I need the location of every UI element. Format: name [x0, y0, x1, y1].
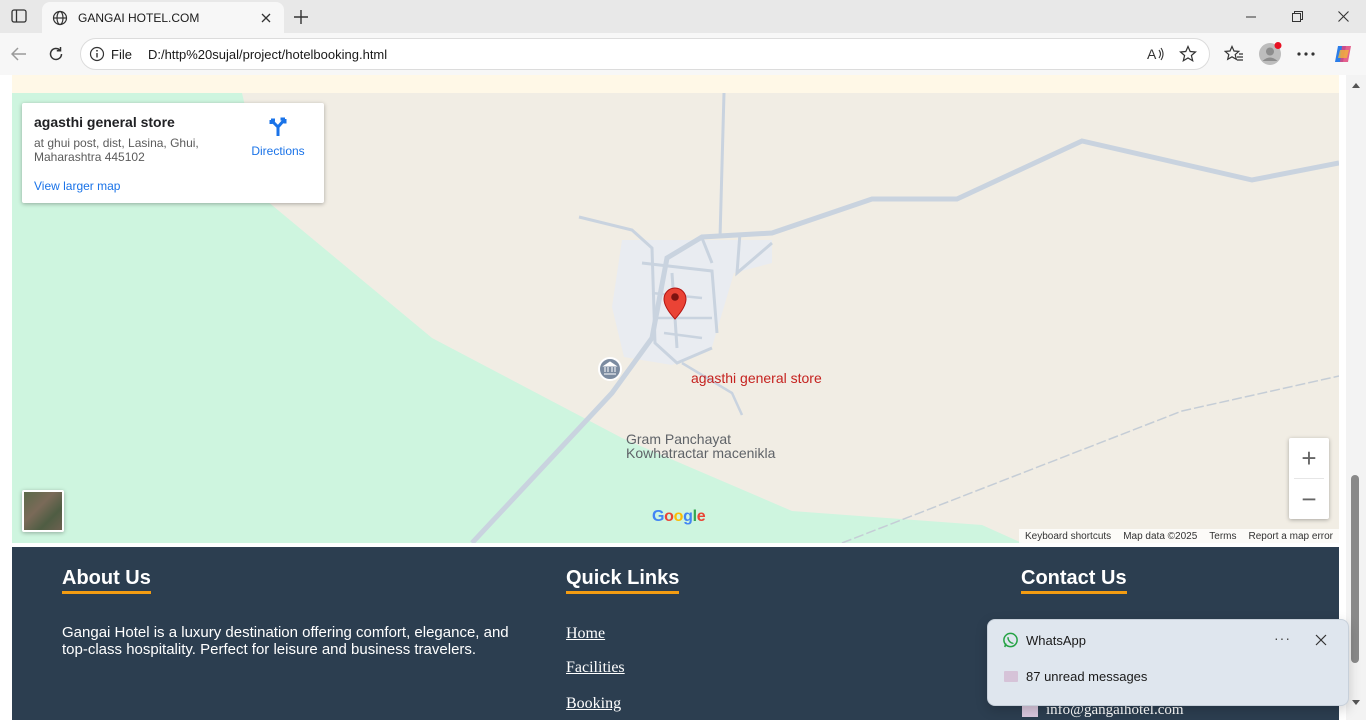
poi-label[interactable]: Gram Panchayat Kowhatractar macenikla — [626, 432, 775, 460]
browser-toolbar: File D:/http%20sujal/project/hotelbookin… — [0, 33, 1366, 75]
whatsapp-icon — [1003, 632, 1018, 648]
scroll-down-arrow-icon[interactable] — [1351, 699, 1361, 707]
close-tab-icon[interactable] — [258, 10, 274, 26]
browser-tab[interactable]: GANGAI HOTEL.COM — [42, 2, 284, 33]
quick-link-facilities[interactable]: Facilities — [566, 659, 625, 677]
poi-label-line2: Kowhatractar macenikla — [626, 445, 776, 461]
minimize-icon[interactable] — [1228, 0, 1274, 33]
window-controls — [1228, 0, 1366, 33]
government-building-icon[interactable] — [598, 357, 622, 381]
close-window-icon[interactable] — [1320, 0, 1366, 33]
directions-label: Directions — [251, 144, 305, 158]
browser-tab-bar: GANGAI HOTEL.COM — [0, 0, 1366, 33]
url-text[interactable]: D:/http%20sujal/project/hotelbooking.htm… — [148, 47, 1145, 62]
poi-label-line1: Gram Panchayat — [626, 431, 732, 447]
keyboard-shortcuts-link[interactable]: Keyboard shortcuts — [1025, 531, 1111, 542]
scroll-thumb[interactable] — [1351, 475, 1359, 663]
satellite-view-toggle[interactable] — [22, 490, 64, 532]
zoom-controls: + − — [1289, 438, 1329, 519]
more-options-icon[interactable] — [1294, 43, 1318, 65]
address-bar[interactable]: File D:/http%20sujal/project/hotelbookin… — [80, 38, 1210, 70]
directions-icon — [269, 117, 287, 136]
contact-us-heading: Contact Us — [1021, 567, 1127, 594]
page-top-strip — [12, 75, 1339, 93]
embedded-map[interactable]: agasthi general store at ghui post, dist… — [12, 93, 1339, 543]
refresh-icon[interactable] — [45, 43, 67, 65]
info-icon[interactable] — [89, 46, 105, 62]
terms-link[interactable]: Terms — [1209, 531, 1236, 542]
notification-more-icon[interactable]: ··· — [1274, 630, 1291, 646]
back-icon[interactable] — [8, 43, 30, 65]
notification-app-name: WhatsApp — [1026, 633, 1086, 648]
about-us-heading: About Us — [62, 567, 151, 594]
copilot-icon[interactable] — [1331, 43, 1355, 65]
favorites-icon[interactable] — [1222, 43, 1246, 65]
marker-label[interactable]: agasthi general store — [691, 370, 822, 386]
globe-icon — [52, 10, 68, 25]
map-attribution: Keyboard shortcuts Map data ©2025 Terms … — [1019, 529, 1339, 543]
envelope-icon — [1022, 704, 1038, 717]
quick-links-heading: Quick Links — [566, 567, 680, 594]
report-map-error-link[interactable]: Report a map error — [1249, 531, 1333, 542]
map-data-text: Map data ©2025 — [1123, 530, 1198, 542]
notification-close-icon[interactable] — [1314, 633, 1328, 647]
google-logo: Google — [652, 508, 706, 525]
new-tab-icon[interactable] — [290, 6, 312, 28]
favorite-star-icon[interactable] — [1177, 43, 1199, 65]
svg-text:A: A — [1147, 46, 1157, 62]
restore-icon[interactable] — [1274, 0, 1320, 33]
scroll-up-arrow-icon[interactable] — [1351, 81, 1361, 89]
quick-link-booking[interactable]: Booking — [566, 695, 621, 713]
profile-avatar-icon[interactable] — [1258, 42, 1282, 65]
place-address: at ghui post, dist, Lasina, Ghui, Mahara… — [34, 136, 199, 164]
place-info-card: agasthi general store at ghui post, dist… — [22, 103, 324, 203]
about-us-text: Gangai Hotel is a luxury destination off… — [62, 624, 509, 658]
notification-message: 87 unread messages — [1026, 669, 1148, 684]
tab-title: GANGAI HOTEL.COM — [78, 10, 200, 25]
directions-button[interactable]: Directions — [248, 115, 308, 158]
view-larger-map-link[interactable]: View larger map — [34, 179, 120, 193]
envelope-icon — [1004, 671, 1018, 682]
zoom-in-button[interactable]: + — [1289, 438, 1329, 478]
quick-link-home[interactable]: Home — [566, 625, 605, 643]
page-scrollbar[interactable] — [1346, 75, 1366, 720]
tab-actions-icon[interactable] — [8, 6, 30, 26]
whatsapp-notification[interactable]: WhatsApp ··· 87 unread messages — [987, 619, 1349, 706]
zoom-out-button[interactable]: − — [1289, 479, 1329, 519]
address-scheme-label: File — [111, 46, 132, 62]
read-aloud-icon[interactable]: A — [1145, 43, 1167, 65]
